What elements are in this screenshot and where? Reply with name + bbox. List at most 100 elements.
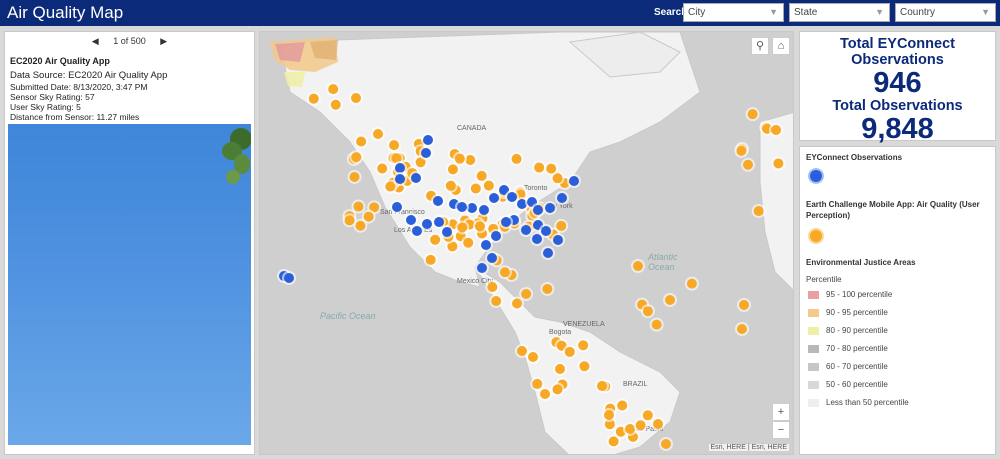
earth-challenge-marker[interactable] bbox=[308, 93, 319, 104]
earth-challenge-marker[interactable] bbox=[753, 206, 764, 217]
ey-observation-marker[interactable] bbox=[442, 227, 452, 237]
ey-observation-marker[interactable] bbox=[569, 176, 579, 186]
earth-challenge-marker[interactable] bbox=[578, 340, 589, 351]
ey-observation-marker[interactable] bbox=[507, 192, 517, 202]
earth-challenge-marker[interactable] bbox=[355, 220, 366, 231]
next-arrow-icon[interactable]: ▶ bbox=[160, 36, 167, 47]
earth-challenge-marker[interactable] bbox=[540, 389, 550, 399]
ey-observation-marker[interactable] bbox=[421, 148, 431, 158]
earth-challenge-marker[interactable] bbox=[743, 159, 754, 170]
ey-observation-marker[interactable] bbox=[553, 235, 563, 245]
ey-observation-marker[interactable] bbox=[491, 231, 501, 241]
earth-challenge-marker[interactable] bbox=[604, 410, 614, 420]
earth-challenge-marker[interactable] bbox=[608, 436, 619, 447]
earth-challenge-marker[interactable] bbox=[661, 439, 671, 449]
zoom-in-button[interactable]: + bbox=[772, 403, 790, 421]
ey-observation-marker[interactable] bbox=[284, 273, 294, 283]
earth-challenge-marker[interactable] bbox=[737, 324, 747, 334]
earth-challenge-marker[interactable] bbox=[349, 171, 360, 182]
earth-challenge-marker[interactable] bbox=[487, 282, 498, 293]
earth-challenge-marker[interactable] bbox=[528, 352, 538, 362]
home-icon[interactable]: ⌂ bbox=[772, 37, 790, 55]
earth-challenge-marker[interactable] bbox=[556, 220, 567, 231]
zoom-out-button[interactable]: − bbox=[772, 421, 790, 439]
earth-challenge-marker[interactable] bbox=[373, 129, 383, 139]
ey-observation-marker[interactable] bbox=[481, 240, 491, 250]
ey-observation-marker[interactable] bbox=[411, 173, 421, 183]
earth-challenge-marker[interactable] bbox=[330, 99, 341, 110]
earth-challenge-marker[interactable] bbox=[552, 384, 563, 395]
earth-challenge-marker[interactable] bbox=[771, 125, 781, 135]
earth-challenge-marker[interactable] bbox=[353, 201, 364, 212]
earth-challenge-marker[interactable] bbox=[445, 180, 456, 191]
earth-challenge-marker[interactable] bbox=[474, 221, 485, 232]
ey-observation-marker[interactable] bbox=[557, 193, 567, 203]
earth-challenge-marker[interactable] bbox=[617, 400, 628, 411]
earth-challenge-marker[interactable] bbox=[651, 319, 662, 330]
earth-challenge-marker[interactable] bbox=[564, 346, 575, 357]
earth-challenge-marker[interactable] bbox=[517, 346, 527, 356]
search-icon[interactable]: ⚲ bbox=[751, 37, 769, 55]
ey-observation-marker[interactable] bbox=[543, 248, 553, 258]
earth-challenge-marker[interactable] bbox=[773, 158, 784, 169]
earth-challenge-marker[interactable] bbox=[739, 300, 749, 310]
earth-challenge-marker[interactable] bbox=[642, 306, 653, 317]
earth-challenge-marker[interactable] bbox=[351, 152, 362, 163]
earth-challenge-marker[interactable] bbox=[363, 211, 374, 222]
ey-observation-marker[interactable] bbox=[545, 203, 555, 213]
earth-challenge-marker[interactable] bbox=[686, 278, 697, 289]
ey-observation-marker[interactable] bbox=[457, 202, 467, 212]
earth-challenge-marker[interactable] bbox=[491, 296, 502, 307]
earth-challenge-marker[interactable] bbox=[389, 140, 400, 151]
earth-challenge-marker[interactable] bbox=[356, 136, 367, 147]
earth-challenge-marker[interactable] bbox=[351, 93, 361, 103]
earth-challenge-marker[interactable] bbox=[499, 267, 510, 278]
earth-challenge-marker[interactable] bbox=[476, 170, 487, 181]
earth-challenge-marker[interactable] bbox=[579, 361, 590, 372]
earth-challenge-marker[interactable] bbox=[653, 419, 663, 429]
country-select[interactable]: Country ▼ bbox=[895, 3, 996, 22]
ey-observation-marker[interactable] bbox=[434, 217, 444, 227]
earth-challenge-marker[interactable] bbox=[483, 180, 494, 191]
ey-observation-marker[interactable] bbox=[532, 234, 542, 244]
earth-challenge-marker[interactable] bbox=[463, 237, 474, 248]
ey-observation-marker[interactable] bbox=[395, 163, 405, 173]
earth-challenge-marker[interactable] bbox=[465, 154, 476, 165]
ey-observation-marker[interactable] bbox=[406, 215, 416, 225]
ey-observation-marker[interactable] bbox=[521, 225, 531, 235]
ey-observation-marker[interactable] bbox=[395, 174, 405, 184]
city-select[interactable]: City ▼ bbox=[683, 3, 784, 22]
state-select[interactable]: State ▼ bbox=[789, 3, 890, 22]
earth-challenge-marker[interactable] bbox=[532, 378, 543, 389]
earth-challenge-marker[interactable] bbox=[747, 109, 758, 120]
earth-challenge-marker[interactable] bbox=[597, 381, 607, 391]
earth-challenge-marker[interactable] bbox=[625, 423, 636, 434]
earth-challenge-marker[interactable] bbox=[633, 261, 643, 271]
earth-challenge-marker[interactable] bbox=[457, 222, 468, 233]
earth-challenge-marker[interactable] bbox=[454, 153, 465, 164]
ey-observation-marker[interactable] bbox=[479, 205, 489, 215]
earth-challenge-marker[interactable] bbox=[511, 153, 522, 164]
map-view[interactable]: Pacific Ocean Atlantic Ocean CANADA San … bbox=[259, 31, 794, 455]
earth-challenge-marker[interactable] bbox=[377, 163, 388, 174]
earth-challenge-marker[interactable] bbox=[546, 163, 557, 174]
prev-arrow-icon[interactable]: ◀ bbox=[92, 36, 99, 47]
earth-challenge-marker[interactable] bbox=[736, 145, 747, 156]
earth-challenge-marker[interactable] bbox=[430, 234, 441, 245]
earth-challenge-marker[interactable] bbox=[425, 254, 436, 265]
ey-observation-marker[interactable] bbox=[487, 253, 497, 263]
earth-challenge-marker[interactable] bbox=[555, 364, 565, 374]
earth-challenge-marker[interactable] bbox=[447, 164, 458, 175]
earth-challenge-marker[interactable] bbox=[344, 215, 355, 226]
earth-challenge-marker[interactable] bbox=[534, 162, 545, 173]
earth-challenge-marker[interactable] bbox=[328, 84, 339, 95]
earth-challenge-marker[interactable] bbox=[542, 283, 553, 294]
earth-challenge-marker[interactable] bbox=[635, 420, 646, 431]
ey-observation-marker[interactable] bbox=[412, 226, 422, 236]
earth-challenge-marker[interactable] bbox=[470, 183, 481, 194]
earth-challenge-marker[interactable] bbox=[642, 410, 653, 421]
ey-observation-marker[interactable] bbox=[423, 135, 433, 145]
ey-observation-marker[interactable] bbox=[433, 196, 443, 206]
ey-observation-marker[interactable] bbox=[501, 217, 511, 227]
ey-observation-marker[interactable] bbox=[533, 205, 543, 215]
